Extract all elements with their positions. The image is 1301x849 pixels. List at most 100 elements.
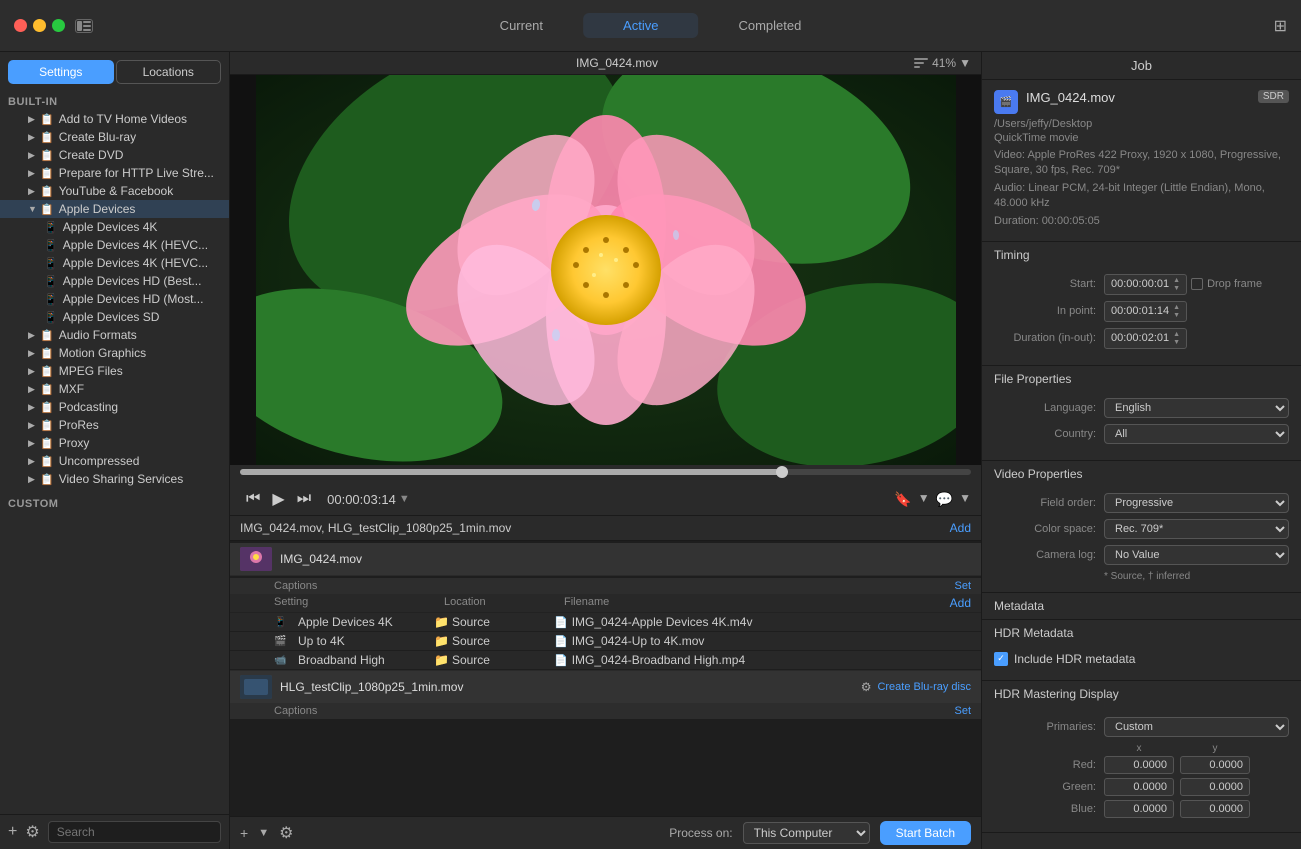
builtin-section-header: BUILT-IN xyxy=(0,92,229,110)
start-time-picker[interactable]: 00:00:00:01 ▲▼ xyxy=(1104,274,1187,295)
bottom-bar: + ▼ ⚙ Process on: This Computer Start Ba… xyxy=(230,816,981,849)
green-x-input[interactable] xyxy=(1104,778,1174,796)
camera-log-select[interactable]: No Value xyxy=(1104,545,1289,565)
transport-right-controls: 🔖 ▼ 💬 ▼ xyxy=(894,491,971,508)
sidebar-item-motion[interactable]: ▶ 📋 Motion Graphics xyxy=(0,344,229,362)
inspector-pane: Job 🎬 IMG_0424.mov SDR /Users/jeffy/Desk… xyxy=(981,52,1301,849)
sidebar-item-proxy[interactable]: ▶ 📋 Proxy xyxy=(0,434,229,452)
zoom-control[interactable]: 41% ▼ xyxy=(914,56,971,70)
start-batch-button[interactable]: Start Batch xyxy=(880,821,971,845)
timing-header[interactable]: Timing xyxy=(982,242,1301,268)
include-hdr-row: ✓ Include HDR metadata xyxy=(994,652,1289,666)
gear-icon-job2[interactable]: ⚙ xyxy=(861,680,872,694)
skip-back-button[interactable]: ⏮ xyxy=(240,488,266,510)
progress-bar[interactable] xyxy=(240,469,971,475)
captions-set-2[interactable]: Set xyxy=(954,705,971,717)
inpoint-up[interactable]: ▲ xyxy=(1173,304,1180,311)
primaries-select[interactable]: Custom xyxy=(1104,717,1289,737)
settings-tab[interactable]: Settings xyxy=(8,60,114,84)
field-order-select[interactable]: Progressive xyxy=(1104,493,1289,513)
hdr-mastering-header[interactable]: HDR Mastering Display xyxy=(982,681,1301,707)
tab-completed[interactable]: Completed xyxy=(698,13,841,38)
file-properties-header[interactable]: File Properties xyxy=(982,366,1301,392)
job-row-1[interactable]: 📱 Apple Devices 4K 📁 Source 📄 IMG_0424-A… xyxy=(230,613,981,632)
col-location-header: Location xyxy=(444,596,564,610)
sidebar-item-prores[interactable]: ▶ 📋 ProRes xyxy=(0,416,229,434)
play-button[interactable]: ▶ xyxy=(266,487,290,511)
bookmark-button[interactable]: 🔖 xyxy=(894,491,911,508)
sidebar: Settings Locations BUILT-IN ▶ 📋 Add to T… xyxy=(0,52,230,849)
start-down[interactable]: ▼ xyxy=(1173,285,1180,292)
blue-x-input[interactable] xyxy=(1104,800,1174,818)
sidebar-item-apple-4k[interactable]: 📱 Apple Devices 4K xyxy=(0,218,229,236)
inspector-header: Job xyxy=(982,52,1301,80)
create-bluray-link[interactable]: Create Blu-ray disc xyxy=(877,681,971,693)
green-y-input[interactable] xyxy=(1180,778,1250,796)
hdr-metadata-header[interactable]: HDR Metadata xyxy=(982,620,1301,646)
include-hdr-checkbox[interactable]: ✓ xyxy=(994,652,1008,666)
settings-button[interactable]: ⚙ xyxy=(279,823,293,843)
sidebar-item-apple-4k-hevc2[interactable]: 📱 Apple Devices 4K (HEVC... xyxy=(0,254,229,272)
job-item-1[interactable]: IMG_0424.mov xyxy=(230,543,981,576)
fullscreen-button[interactable] xyxy=(52,19,65,32)
detail-add-link[interactable]: Add xyxy=(950,596,971,610)
sidebar-item-uncompressed[interactable]: ▶ 📋 Uncompressed xyxy=(0,452,229,470)
tab-active[interactable]: Active xyxy=(583,13,698,38)
close-button[interactable] xyxy=(14,19,27,32)
inpoint-down[interactable]: ▼ xyxy=(1173,312,1180,319)
drop-frame-checkbox[interactable] xyxy=(1191,278,1203,290)
tab-current[interactable]: Current xyxy=(460,13,583,38)
camera-log-row: Camera log: No Value xyxy=(994,545,1289,565)
minimize-button[interactable] xyxy=(33,19,46,32)
language-select[interactable]: English xyxy=(1104,398,1289,418)
progress-handle[interactable] xyxy=(776,466,788,478)
job-row-2[interactable]: 🎬 Up to 4K 📁 Source 📄 IMG_0424-Up to 4K.… xyxy=(230,632,981,651)
blue-y-input[interactable] xyxy=(1180,800,1250,818)
red-x-input[interactable] xyxy=(1104,756,1174,774)
add-job-button[interactable]: + xyxy=(240,825,248,841)
sidebar-item-apple-4k-hevc1[interactable]: 📱 Apple Devices 4K (HEVC... xyxy=(0,236,229,254)
inpoint-picker[interactable]: 00:00:01:14 ▲▼ xyxy=(1104,301,1187,322)
sidebar-item-audio[interactable]: ▶ 📋 Audio Formats xyxy=(0,326,229,344)
skip-forward-button[interactable]: ⏭ xyxy=(291,488,317,510)
sidebar-item-mpeg[interactable]: ▶ 📋 MPEG Files xyxy=(0,362,229,380)
action-menu-button[interactable]: ⚙ xyxy=(25,822,39,842)
sidebar-item-video-sharing[interactable]: ▶ 📋 Video Sharing Services xyxy=(0,470,229,488)
captions-set-1[interactable]: Set xyxy=(954,580,971,592)
sidebar-item-add-tv[interactable]: ▶ 📋 Add to TV Home Videos xyxy=(0,110,229,128)
video-properties-header[interactable]: Video Properties xyxy=(982,461,1301,487)
job-add-link[interactable]: Add xyxy=(950,521,971,535)
sidebar-item-bluray[interactable]: ▶ 📋 Create Blu-ray xyxy=(0,128,229,146)
sidebar-item-apple-sd[interactable]: 📱 Apple Devices SD xyxy=(0,308,229,326)
duration-up[interactable]: ▲ xyxy=(1173,331,1180,338)
sidebar-item-apple-devices[interactable]: ▼ 📋 Apple Devices xyxy=(0,200,229,218)
sidebar-item-apple-hd-most[interactable]: 📱 Apple Devices HD (Most... xyxy=(0,290,229,308)
sidebar-item-http[interactable]: ▶ 📋 Prepare for HTTP Live Stre... xyxy=(0,164,229,182)
sidebar-toggle-button[interactable] xyxy=(75,19,93,33)
layout-icon[interactable]: ⊞ xyxy=(1274,16,1287,36)
start-up[interactable]: ▲ xyxy=(1173,277,1180,284)
job-item-2[interactable]: HLG_testClip_1080p25_1min.mov ⚙ Create B… xyxy=(230,670,981,703)
expand-arrow-proxy: ▶ xyxy=(28,438,40,449)
sidebar-item-mxf[interactable]: ▶ 📋 MXF xyxy=(0,380,229,398)
duration-picker[interactable]: 00:00:02:01 ▲▼ xyxy=(1104,328,1187,349)
country-select[interactable]: All xyxy=(1104,424,1289,444)
inspector-file-info: 🎬 IMG_0424.mov SDR /Users/jeffy/Desktop … xyxy=(982,80,1301,242)
sidebar-item-dvd[interactable]: ▶ 📋 Create DVD xyxy=(0,146,229,164)
timing-body: Start: 00:00:00:01 ▲▼ Drop frame In poin… xyxy=(982,268,1301,365)
sidebar-item-youtube[interactable]: ▶ 📋 YouTube & Facebook xyxy=(0,182,229,200)
main-tabs: Current Active Completed xyxy=(460,13,842,38)
color-space-select[interactable]: Rec. 709* xyxy=(1104,519,1289,539)
sidebar-item-podcasting[interactable]: ▶ 📋 Podcasting xyxy=(0,398,229,416)
metadata-header[interactable]: Metadata xyxy=(982,593,1301,619)
locations-tab[interactable]: Locations xyxy=(116,60,222,84)
duration-down[interactable]: ▼ xyxy=(1173,339,1180,346)
annotation-button[interactable]: 💬 xyxy=(936,491,953,508)
job-row-3[interactable]: 📹 Broadband High 📁 Source 📄 IMG_0424-Bro… xyxy=(230,651,981,670)
sidebar-item-apple-hd-best[interactable]: 📱 Apple Devices HD (Best... xyxy=(0,272,229,290)
search-input[interactable] xyxy=(48,821,221,843)
process-select[interactable]: This Computer xyxy=(743,822,870,844)
transport-bar: ⏮ ▶ ⏭ 00:00:03:14 ▼ 🔖 ▼ 💬 ▼ xyxy=(230,483,981,516)
add-item-button[interactable]: + xyxy=(8,823,17,841)
red-y-input[interactable] xyxy=(1180,756,1250,774)
